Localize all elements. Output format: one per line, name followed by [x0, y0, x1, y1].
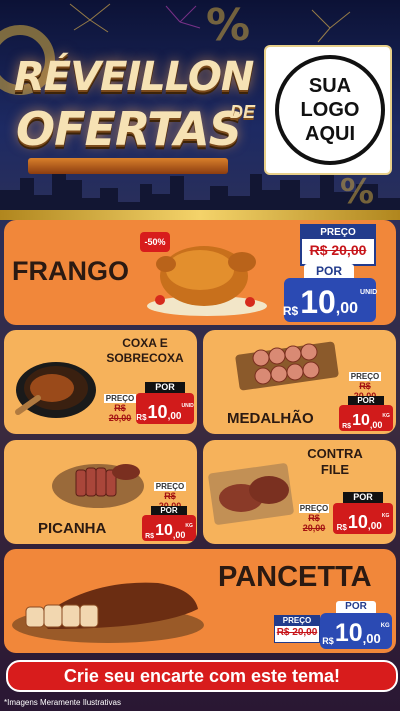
price-unit: UNID [181, 403, 194, 409]
preco-label: PREÇO [275, 616, 319, 626]
chicken-leg-pan-image [15, 362, 96, 418]
product-name: COXA E SOBRECOXA [100, 336, 190, 366]
medalhao-skewers-image [235, 341, 339, 391]
price-unit: KG [380, 623, 390, 629]
logo-text-line: LOGO [300, 99, 360, 121]
price-dec: ,00 [369, 420, 383, 430]
currency: R$ [336, 523, 347, 532]
footer-disclaimer: *Imagens Meramente Ilustrativas [4, 698, 121, 707]
price-unit: KG [381, 513, 390, 519]
logo-circle: SUA LOGO AQUI [275, 55, 385, 165]
title-base-plate [28, 158, 228, 174]
new-price-tag: POR R$ 10 ,00 KG [339, 396, 393, 431]
title-line-ofertas: OFERTAS [16, 102, 242, 156]
percent-decoration-icon: % [340, 172, 375, 212]
old-price-tag: PREÇO R$ 20,00 [274, 615, 320, 643]
product-name: PANCETTA [218, 561, 372, 593]
new-price-tag: POR R$ 10 ,00 KG [320, 601, 392, 649]
por-label: POR [304, 264, 354, 278]
pancetta-image [12, 582, 204, 643]
price-dec: ,00 [367, 521, 382, 532]
title-de: DE [230, 102, 256, 122]
event-title: RÉVEILLON OFERTAS DE [6, 38, 261, 178]
por-label: POR [348, 396, 384, 405]
price-int: 10 [352, 412, 370, 429]
old-price: R$ 20,00 [276, 627, 318, 638]
product-name: FRANGO [12, 256, 129, 286]
price-int: 10 [300, 284, 336, 320]
old-price-tag: PREÇO R$ 20,00 [299, 504, 329, 533]
old-price-tag: PREÇO R$ 20,00 [300, 224, 376, 266]
price-unit: KG [185, 523, 193, 529]
preco-label: PREÇO [349, 372, 381, 381]
currency: R$ [282, 304, 299, 318]
contra-file-image [208, 463, 294, 525]
create-flyer-banner[interactable]: Crie seu encarte com este tema! [6, 660, 398, 692]
new-price-tag: POR R$ 10 ,00 UNID [136, 382, 194, 424]
old-price-tag: PREÇO R$ 20,00 [104, 394, 136, 423]
por-label: POR [151, 506, 187, 515]
price-box: R$ 10 ,00 KG [142, 515, 196, 541]
currency: R$ [145, 533, 155, 540]
old-price: R$ 20,00 [108, 403, 132, 423]
price-box: R$ 10 ,00 UNID [136, 393, 194, 424]
product-name-line: COXA E [122, 336, 168, 350]
product-card-coxa-sobrecoxa[interactable]: COXA E SOBRECOXA PREÇO R$ 20,00 POR R$ 1… [4, 330, 197, 434]
old-price: R$ 20,00 [309, 242, 367, 258]
product-name: CONTRA FILE [303, 446, 367, 478]
preco-label: PREÇO [302, 226, 374, 239]
product-name-line: CONTRA [307, 446, 363, 461]
product-card-medalhao[interactable]: MEDALHÃO PREÇO R$ 20,00 POR R$ 10 ,00 KG [203, 330, 396, 434]
product-name: MEDALHÃO [227, 410, 314, 427]
currency: R$ [136, 413, 147, 422]
preco-label: PREÇO [154, 482, 186, 491]
price-box: R$ 10 ,00 KG [333, 503, 393, 534]
product-name-line: SOBRECOXA [106, 351, 184, 365]
price-dec: ,00 [335, 300, 359, 317]
new-price-tag: POR R$ 10 ,00 KG [333, 492, 393, 534]
discount-badge: -50% [140, 232, 170, 252]
por-label: POR [336, 601, 376, 613]
price-int: 10 [334, 619, 363, 647]
price-box: R$ 10 ,00 KG [320, 613, 392, 649]
logo-text-line: SUA [308, 75, 352, 97]
logo-text-line: AQUI [305, 123, 355, 145]
preco-label: PREÇO [299, 504, 329, 513]
product-card-pancetta[interactable]: PANCETTA PREÇO R$ 20,00 POR R$ 10 ,00 KG [4, 549, 396, 653]
product-name-line: FILE [320, 462, 350, 477]
price-unit: KG [382, 413, 390, 419]
price-int: 10 [347, 512, 368, 532]
price-dec: ,00 [362, 631, 381, 646]
product-card-frango[interactable]: FRANGO -50% PREÇO R$ 20,00 POR R$ 10 ,00… [4, 220, 396, 325]
picanha-image [52, 464, 144, 508]
gold-divider [0, 210, 400, 220]
logo-placeholder: SUA LOGO AQUI [266, 47, 390, 173]
price-box: R$ 10 ,00 KG [339, 405, 393, 431]
price-int: 10 [155, 522, 173, 539]
por-label: POR [145, 382, 185, 393]
por-label: POR [343, 492, 383, 503]
currency: R$ [342, 423, 352, 430]
product-card-contra-file[interactable]: CONTRA FILE PREÇO R$ 20,00 POR R$ 10 ,00… [203, 440, 396, 544]
currency: R$ [322, 636, 334, 646]
price-dec: ,00 [167, 411, 182, 422]
product-name: PICANHA [38, 520, 107, 537]
product-card-picanha[interactable]: PICANHA PREÇO R$ 20,00 POR R$ 10 ,00 KG [4, 440, 197, 544]
old-price: R$ 20,00 [302, 513, 326, 533]
title-line-reveillon: RÉVEILLON [14, 54, 254, 100]
price-box: R$ 10 ,00 UNID [282, 278, 378, 322]
new-price-tag: POR R$ 10 ,00 KG [142, 506, 196, 541]
price-dec: ,00 [172, 530, 186, 540]
new-price-tag: POR R$ 10 ,00 UNID [282, 264, 378, 322]
preco-label: PREÇO [104, 394, 136, 403]
price-int: 10 [147, 402, 168, 422]
price-unit: UNID [360, 289, 378, 296]
